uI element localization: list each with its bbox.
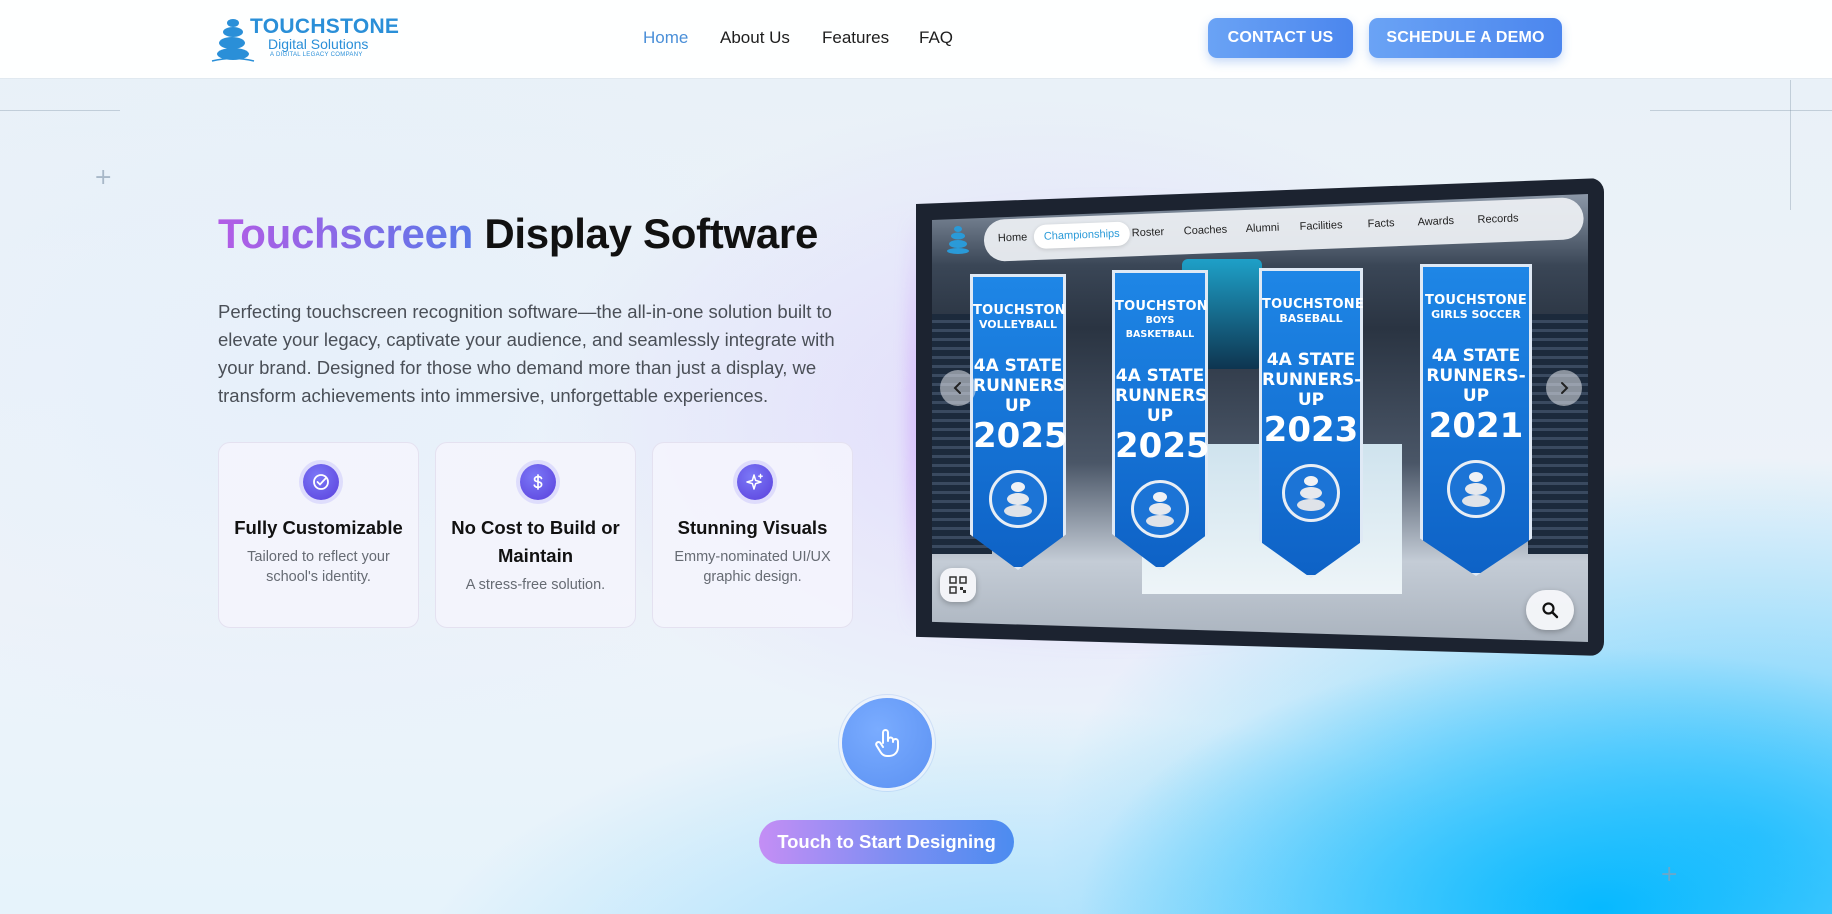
hero-description: Perfecting touchscreen recognition softw… bbox=[218, 301, 835, 406]
banner-sport: BASEBALL bbox=[1279, 312, 1343, 325]
hero-title-highlight: Touchscreen bbox=[218, 210, 473, 257]
banner-state: 4A STATE RUNNERS-UP bbox=[1426, 346, 1526, 406]
banner-school: TOUCHSTONE bbox=[1425, 293, 1527, 308]
nav-about-us[interactable]: About Us bbox=[720, 28, 790, 48]
logo-tagline: A DIGITAL LEGACY COMPANY bbox=[270, 52, 363, 58]
feature-card: Stunning Visuals Emmy-nominated UI/UX gr… bbox=[652, 442, 853, 628]
banner-school: TOUCHSTONE bbox=[1262, 297, 1364, 312]
banner-sport: BOYS BASKETBALL bbox=[1125, 315, 1195, 340]
display-nav-item-active[interactable]: Championships bbox=[1033, 221, 1131, 250]
display-nav-item[interactable]: Awards bbox=[1417, 215, 1454, 228]
banner-year: 2021 bbox=[1428, 406, 1524, 446]
feature-card: Fully Customizable Tailored to reflect y… bbox=[218, 442, 419, 628]
display-preview: Home Championships Roster Coaches Alumni… bbox=[906, 178, 1606, 658]
stones-emblem-icon bbox=[1131, 480, 1189, 538]
nav-features[interactable]: Features bbox=[822, 28, 889, 48]
nav-home[interactable]: Home bbox=[643, 28, 688, 48]
banner-school: TOUCHSTONE bbox=[973, 303, 1075, 318]
stones-emblem-icon bbox=[989, 470, 1047, 528]
qr-code-icon bbox=[949, 576, 967, 594]
banner-year: 2025 bbox=[973, 416, 1068, 456]
search-icon bbox=[1542, 602, 1559, 619]
hand-pointer-icon bbox=[875, 729, 899, 757]
touch-start-button[interactable] bbox=[842, 698, 932, 788]
championship-banner[interactable]: TOUCHSTONE VOLLEYBALL 4A STATE RUNNERS-U… bbox=[970, 274, 1066, 570]
sparkle-icon bbox=[737, 464, 773, 500]
logo-subtitle: Digital Solutions bbox=[268, 36, 369, 52]
banner-sport: GIRLS SOCCER bbox=[1431, 308, 1521, 321]
display-nav-item[interactable]: Roster bbox=[1132, 226, 1165, 239]
search-button[interactable] bbox=[1526, 590, 1574, 630]
dollar-icon bbox=[520, 464, 556, 500]
start-designing-button[interactable]: Touch to Start Designing bbox=[759, 820, 1014, 864]
qr-code-button[interactable] bbox=[940, 568, 976, 602]
site-header: TOUCHSTONE Digital Solutions A DIGITAL L… bbox=[0, 0, 1832, 78]
feature-title: Stunning Visuals bbox=[677, 517, 828, 538]
feature-card: No Cost to Build or Maintain A stress-fr… bbox=[435, 442, 636, 628]
championship-banner[interactable]: TOUCHSTONE BOYS BASKETBALL 4A STATE RUNN… bbox=[1112, 270, 1208, 570]
championship-banner[interactable]: TOUCHSTONE GIRLS SOCCER 4A STATE RUNNERS… bbox=[1420, 264, 1532, 576]
logo[interactable]: TOUCHSTONE Digital Solutions A DIGITAL L… bbox=[210, 14, 399, 64]
stones-logo-icon bbox=[947, 226, 969, 254]
schedule-demo-button[interactable]: SCHEDULE A DEMO bbox=[1369, 18, 1562, 58]
display-nav-item[interactable]: Records bbox=[1477, 212, 1518, 226]
decor-line-left bbox=[0, 110, 120, 111]
banner-school: TOUCHSTONE bbox=[1115, 299, 1217, 314]
championship-banner[interactable]: TOUCHSTONE BASEBALL 4A STATE RUNNERS-UP … bbox=[1259, 268, 1363, 578]
contact-us-button[interactable]: CONTACT US bbox=[1208, 18, 1353, 58]
arena-stands bbox=[1528, 314, 1588, 554]
banner-year: 2025 bbox=[1115, 426, 1210, 466]
display-nav: Home Championships Roster Coaches Alumni… bbox=[983, 196, 1585, 262]
banner-state: 4A STATE RUNNERS-UP bbox=[1262, 350, 1362, 410]
display-nav-item[interactable]: Coaches bbox=[1184, 224, 1228, 238]
hero-title: Touchscreen Display Software bbox=[218, 210, 818, 258]
feature-title: Fully Customizable bbox=[234, 517, 403, 538]
hero-title-rest: Display Software bbox=[484, 210, 819, 257]
stones-emblem-icon bbox=[1447, 460, 1505, 518]
feature-text: A stress-free solution. bbox=[465, 577, 606, 593]
nav-faq[interactable]: FAQ bbox=[919, 28, 953, 48]
banner-sport: VOLLEYBALL bbox=[978, 318, 1058, 331]
banner-state: 4A STATE RUNNERS-UP bbox=[1115, 366, 1215, 426]
chevron-right-icon bbox=[1561, 382, 1569, 394]
display-nav-item[interactable]: Home bbox=[998, 231, 1028, 244]
decor-plus-icon: + bbox=[1660, 862, 1679, 887]
display-nav-item[interactable]: Facilities bbox=[1299, 219, 1342, 233]
carousel-next-button[interactable] bbox=[1546, 370, 1582, 406]
tablet-frame: Home Championships Roster Coaches Alumni… bbox=[916, 178, 1604, 656]
chevron-left-icon bbox=[953, 382, 961, 394]
display-nav-item[interactable]: Alumni bbox=[1245, 222, 1279, 235]
stones-emblem-icon bbox=[1282, 464, 1340, 522]
banner-year: 2023 bbox=[1263, 410, 1359, 450]
decor-plus-icon: + bbox=[94, 165, 113, 190]
decor-line-vertical bbox=[1790, 80, 1791, 210]
display-screen: Home Championships Roster Coaches Alumni… bbox=[932, 194, 1588, 642]
display-nav-item[interactable]: Facts bbox=[1367, 217, 1394, 230]
carousel-prev-button[interactable] bbox=[940, 370, 976, 406]
feature-text: Tailored to reflect your school's identi… bbox=[247, 549, 390, 585]
feature-text: Emmy-nominated UI/UX graphic design. bbox=[674, 549, 831, 585]
check-circle-icon bbox=[303, 464, 339, 500]
feature-title: No Cost to Build or Maintain bbox=[451, 517, 620, 566]
banner-state: 4A STATE RUNNERS-UP bbox=[973, 356, 1073, 416]
decor-line-right bbox=[1650, 110, 1832, 111]
